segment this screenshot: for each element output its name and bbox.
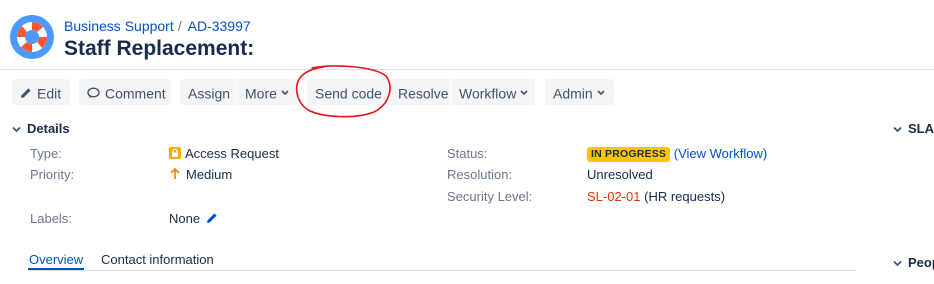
more-dropdown-button[interactable]: More [237,79,297,105]
admin-button-label: Admin [553,85,593,102]
resolution-value: Unresolved [587,167,653,182]
assign-button-label: Assign [188,85,231,102]
chevron-down-icon [893,126,902,133]
resolve-button-label: Resolve [398,85,449,102]
priority-value-text: Medium [186,167,233,182]
slas-section-header[interactable]: SLAs [893,121,934,136]
security-level-description: (HR requests) [644,189,726,204]
breadcrumb-issue-key-link[interactable]: AD-33997 [188,18,251,34]
tab-contact-information[interactable]: Contact information [101,252,214,267]
resolution-label: Resolution: [447,167,513,182]
more-button-label: More [245,85,277,102]
active-tab-indicator [28,268,84,270]
priority-label: Priority: [30,167,75,182]
details-title: Details [27,121,70,136]
arrow-up-icon [170,167,180,179]
priority-value: Medium [169,167,232,182]
workflow-dropdown-button[interactable]: Workflow [451,79,535,105]
comment-icon [87,87,100,99]
workflow-button-label: Workflow [459,85,517,102]
security-level-label: Security Level: [447,189,533,204]
assign-button[interactable]: Assign [180,79,236,105]
security-level-value: SL-02-01 (HR requests) [587,189,725,204]
type-label: Type: [30,146,62,161]
breadcrumb-separator: / [177,18,182,34]
status-value: IN PROGRESS (View Workflow) [587,146,767,163]
send-code-button[interactable]: Send code [307,79,389,105]
labels-value-text: None [169,211,201,226]
slas-title: SLAs [908,121,934,136]
view-workflow-link[interactable]: (View Workflow) [674,146,767,161]
breadcrumb: Business Support / AD-33997 [64,18,251,34]
labels-label: Labels: [30,211,72,226]
edit-button-label: Edit [37,85,62,102]
header-divider [0,69,934,70]
pencil-icon [21,88,31,99]
details-section-header[interactable]: Details [12,121,70,136]
chevron-down-icon [893,260,902,267]
chevron-down-icon [520,90,528,96]
chevron-down-icon [12,126,21,133]
labels-value: None [169,211,218,226]
type-value-text: Access Request [185,146,279,161]
chevron-down-icon [597,90,605,96]
chevron-down-icon [281,90,289,96]
status-label: Status: [447,146,488,161]
tabs-divider [28,270,856,271]
admin-dropdown-button[interactable]: Admin [545,79,614,105]
security-level-link[interactable]: SL-02-01 [587,189,640,204]
tab-overview[interactable]: Overview [29,252,83,267]
comment-button[interactable]: Comment [79,79,171,105]
project-avatar-lifebuoy-icon [10,15,54,59]
type-value: Access Request [169,146,279,161]
people-section-header[interactable]: People [893,255,934,270]
status-lozenge: IN PROGRESS [587,147,671,163]
page-title: Staff Replacement: [64,37,255,60]
send-code-button-label: Send code [315,85,382,102]
comment-button-label: Comment [105,85,166,102]
edit-button[interactable]: Edit [12,79,70,105]
pencil-icon[interactable] [206,212,218,224]
breadcrumb-project-link[interactable]: Business Support [64,18,174,34]
lock-icon [169,147,181,159]
people-title: People [908,255,934,270]
resolve-button[interactable]: Resolve [390,79,450,105]
